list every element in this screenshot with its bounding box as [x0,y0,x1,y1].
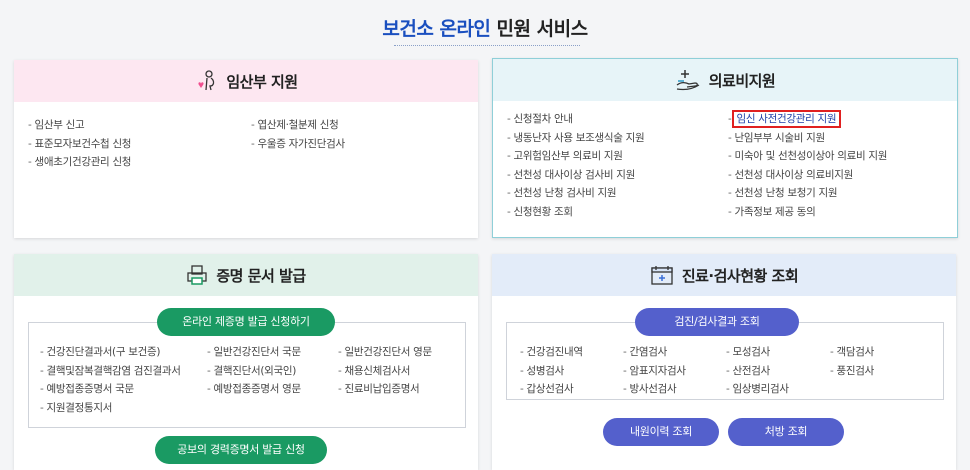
medical-link-1[interactable]: 신청절차 안내 [507,110,644,129]
certificate-link-9[interactable]: 채용신체검사서 [338,362,432,381]
printer-icon [186,264,208,286]
medical-chart-icon [650,264,674,286]
page-title-highlight: 보건소 온라인 [382,18,491,40]
medical-list-col1: 신청절차 안내 냉동난자 사용 보조생식술 지원 고위험임산부 의료비 지원 선… [507,110,645,222]
medical-link-2[interactable]: 냉동난자 사용 보조생식술 지원 [507,129,645,148]
medical-link-9[interactable]: 미숙아 및 선천성이상아 의료비 지원 [728,147,888,166]
maternity-link-1[interactable]: 임산부 신고 [28,116,131,135]
medical-link-8[interactable]: 난임부부 시술비 지원 [728,129,887,148]
page-title-rest: 민원 서비스 [490,18,589,40]
pregnant-woman-icon [194,69,218,93]
exam-link-9[interactable]: 임상병리검사 [726,380,789,399]
exam-title: 진료·검사현황 조회 [681,266,799,285]
medical-title: 의료비지원 [708,71,776,90]
exam-link-4[interactable]: 간염검사 [623,343,686,362]
exam-card-header[interactable]: 진료·검사현황 조회 [492,254,956,296]
certificate-link-7[interactable]: 예방접종증명서 영문 [207,380,302,399]
medical-link-11[interactable]: 선천성 난청 보청기 지원 [728,184,887,203]
maternity-card: 임산부 지원 임산부 신고 표준모자보건수첩 신청 생애초기건강관리 신청 엽산… [14,60,478,238]
maternity-link-2[interactable]: 표준모자보건수첩 신청 [28,135,132,154]
medical-link-5[interactable]: 선천성 난청 검사비 지원 [507,184,644,203]
certificate-link-8[interactable]: 일반건강진단서 영문 [338,343,433,362]
certificate-link-4[interactable]: 지원결정통지서 [40,399,181,418]
medical-link-6[interactable]: 신청현황 조회 [507,203,644,222]
medical-link-4[interactable]: 선천성 대사이상 검사비 지원 [507,166,644,185]
medical-link-7[interactable]: 임신 사전건강관리 지원 [728,110,887,129]
page-title: 보건소 온라인 민원 서비스 [0,14,970,41]
certificate-link-3[interactable]: 예방접종증명서 국문 [40,380,181,399]
exam-list-col3: 모성검사 산전검사 임상병리검사 [726,343,789,399]
certificate-link-1[interactable]: 건강진단결과서(구 보건증) [40,343,181,362]
exam-card: 진료·검사현황 조회 검진/검사결과 조회 건강검진내역 성병검사 갑상선검사 … [492,254,956,470]
visit-history-button[interactable]: 내원이력 조회 [603,418,719,446]
exam-list-col1: 건강검진내역 성병검사 갑상선검사 [520,343,583,399]
title-underline [394,45,580,46]
exam-link-3[interactable]: 갑상선검사 [520,380,583,399]
medical-link-12[interactable]: 가족정보 제공 동의 [728,203,887,222]
prescription-button[interactable]: 처방 조회 [728,418,844,446]
certificate-list-col3: 일반건강진단서 영문 채용신체검사서 진료비납입증명서 [338,343,433,399]
exam-link-7[interactable]: 모성검사 [726,343,789,362]
online-certificate-button[interactable]: 온라인 제증명 발급 신청하기 [157,308,335,336]
highlighted-link[interactable]: 임신 사전건강관리 지원 [731,110,842,128]
exam-list-col2: 간염검사 암표지자검사 방사선검사 [623,343,686,399]
certificate-card-header[interactable]: 증명 문서 발급 [14,254,478,296]
exam-link-8[interactable]: 산전검사 [726,362,789,381]
certificate-link-10[interactable]: 진료비납입증명서 [338,380,432,399]
exam-link-1[interactable]: 건강검진내역 [520,343,583,362]
maternity-link-4[interactable]: 엽산제·철분제 신청 [251,116,345,135]
exam-link-10[interactable]: 객담검사 [830,343,875,362]
exam-list-col4: 객담검사 풍진검사 [830,343,875,381]
certificate-link-6[interactable]: 결핵진단서(외국인) [207,362,301,381]
medical-card: 의료비지원 신청절차 안내 냉동난자 사용 보조생식술 지원 고위험임산부 의료… [492,58,958,238]
hand-plus-icon [675,68,701,92]
maternity-list-col2: 엽산제·철분제 신청 우울증 자가진단검사 [251,116,346,154]
exam-link-6[interactable]: 방사선검사 [623,380,686,399]
certificate-list-col1: 건강진단결과서(구 보건증) 결핵및잠복결핵감염 검진결과서 예방접종증명서 국… [40,343,181,417]
maternity-title: 임산부 지원 [226,72,298,91]
certificate-title: 증명 문서 발급 [216,266,306,285]
medical-link-3[interactable]: 고위험임산부 의료비 지원 [507,147,644,166]
maternity-link-5[interactable]: 우울증 자가진단검사 [251,135,346,154]
exam-link-2[interactable]: 성병검사 [520,362,583,381]
exam-link-11[interactable]: 풍진검사 [830,362,875,381]
certificate-link-5[interactable]: 일반건강진단서 국문 [207,343,302,362]
doctor-career-certificate-button[interactable]: 공보의 경력증명서 발급 신청 [155,436,327,464]
medical-list-col2: 임신 사전건강관리 지원 난임부부 시술비 지원 미숙아 및 선천성이상아 의료… [728,110,887,221]
medical-card-header[interactable]: 의료비지원 [493,59,957,101]
maternity-card-header[interactable]: 임산부 지원 [14,60,478,102]
checkup-result-button[interactable]: 검진/검사결과 조회 [635,308,799,336]
maternity-list-col1: 임산부 신고 표준모자보건수첩 신청 생애초기건강관리 신청 [28,116,132,172]
maternity-link-3[interactable]: 생애초기건강관리 신청 [28,153,132,172]
certificate-link-2[interactable]: 결핵및잠복결핵감염 검진결과서 [40,362,181,381]
certificate-card: 증명 문서 발급 온라인 제증명 발급 신청하기 건강진단결과서(구 보건증) … [14,254,478,470]
exam-link-5[interactable]: 암표지자검사 [623,362,686,381]
medical-link-10[interactable]: 선천성 대사이상 의료비지원 [728,166,887,185]
certificate-list-col2: 일반건강진단서 국문 결핵진단서(외국인) 예방접종증명서 영문 [207,343,302,399]
